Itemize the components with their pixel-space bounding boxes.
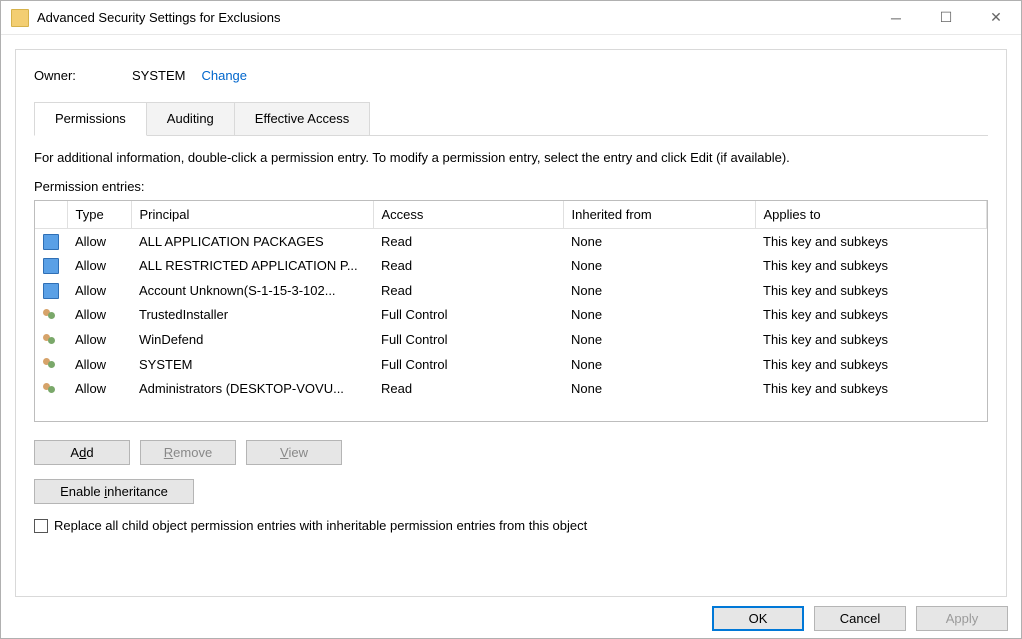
col-inherited[interactable]: Inherited from <box>563 201 755 229</box>
cell-inherited: None <box>563 303 755 328</box>
cell-principal: TrustedInstaller <box>131 303 373 328</box>
cell-access: Read <box>373 229 563 254</box>
table-row[interactable]: AllowAccount Unknown(S-1-15-3-102...Read… <box>35 278 987 303</box>
cell-applies: This key and subkeys <box>755 254 987 279</box>
table-row[interactable]: AllowALL RESTRICTED APPLICATION P...Read… <box>35 254 987 279</box>
app-package-icon <box>43 258 59 274</box>
close-button[interactable]: ✕ <box>971 1 1021 35</box>
content-frame: Owner: SYSTEM Change Permissions Auditin… <box>15 49 1007 597</box>
cell-applies: This key and subkeys <box>755 303 987 328</box>
col-applies[interactable]: Applies to <box>755 201 987 229</box>
permission-entries-label: Permission entries: <box>34 179 988 194</box>
user-group-icon <box>43 356 59 372</box>
enable-inheritance-button[interactable]: Enable inheritance <box>34 479 194 504</box>
view-button[interactable]: View <box>246 440 342 465</box>
cell-principal: Account Unknown(S-1-15-3-102... <box>131 278 373 303</box>
cell-type: Allow <box>67 254 131 279</box>
cell-principal: SYSTEM <box>131 352 373 377</box>
user-group-icon <box>43 332 59 348</box>
tab-auditing[interactable]: Auditing <box>147 102 235 136</box>
cell-principal: ALL RESTRICTED APPLICATION P... <box>131 254 373 279</box>
cell-access: Read <box>373 376 563 401</box>
col-principal[interactable]: Principal <box>131 201 373 229</box>
replace-checkbox-row: Replace all child object permission entr… <box>34 518 988 533</box>
cell-type: Allow <box>67 303 131 328</box>
titlebar: Advanced Security Settings for Exclusion… <box>1 1 1021 35</box>
tabstrip: Permissions Auditing Effective Access <box>34 101 988 136</box>
maximize-button[interactable]: ☐ <box>921 1 971 35</box>
dialog-buttons: OK Cancel Apply <box>712 606 1008 631</box>
table-row[interactable]: AllowAdministrators (DESKTOP-VOVU...Read… <box>35 376 987 401</box>
info-text: For additional information, double-click… <box>34 150 988 165</box>
add-button[interactable]: Add <box>34 440 130 465</box>
user-group-icon <box>43 381 59 397</box>
apply-button[interactable]: Apply <box>916 606 1008 631</box>
cell-type: Allow <box>67 376 131 401</box>
app-package-icon <box>43 283 59 299</box>
replace-checkbox-label[interactable]: Replace all child object permission entr… <box>54 518 587 533</box>
cell-inherited: None <box>563 254 755 279</box>
cell-type: Allow <box>67 278 131 303</box>
window-title: Advanced Security Settings for Exclusion… <box>37 10 281 25</box>
table-row[interactable]: AllowWinDefendFull ControlNoneThis key a… <box>35 327 987 352</box>
cell-applies: This key and subkeys <box>755 278 987 303</box>
col-access[interactable]: Access <box>373 201 563 229</box>
table-row[interactable]: AllowTrustedInstallerFull ControlNoneThi… <box>35 303 987 328</box>
cell-access: Full Control <box>373 303 563 328</box>
cell-applies: This key and subkeys <box>755 327 987 352</box>
folder-icon <box>11 9 29 27</box>
cell-principal: Administrators (DESKTOP-VOVU... <box>131 376 373 401</box>
col-type[interactable]: Type <box>67 201 131 229</box>
cell-applies: This key and subkeys <box>755 229 987 254</box>
cell-type: Allow <box>67 327 131 352</box>
cell-access: Read <box>373 278 563 303</box>
ok-button[interactable]: OK <box>712 606 804 631</box>
owner-value: SYSTEM <box>132 68 185 83</box>
cell-inherited: None <box>563 352 755 377</box>
cancel-button[interactable]: Cancel <box>814 606 906 631</box>
change-owner-link[interactable]: Change <box>201 68 247 83</box>
remove-button[interactable]: Remove <box>140 440 236 465</box>
table-row[interactable]: AllowALL APPLICATION PACKAGESReadNoneThi… <box>35 229 987 254</box>
tab-permissions[interactable]: Permissions <box>34 102 147 136</box>
cell-access: Full Control <box>373 327 563 352</box>
table-row[interactable]: AllowSYSTEMFull ControlNoneThis key and … <box>35 352 987 377</box>
replace-checkbox[interactable] <box>34 519 48 533</box>
entry-buttons: Add Remove View <box>34 440 988 465</box>
col-icon[interactable] <box>35 201 67 229</box>
app-package-icon <box>43 234 59 250</box>
permission-entries-grid[interactable]: Type Principal Access Inherited from App… <box>34 200 988 422</box>
tab-effective-access[interactable]: Effective Access <box>235 102 370 136</box>
cell-principal: WinDefend <box>131 327 373 352</box>
cell-inherited: None <box>563 327 755 352</box>
owner-row: Owner: SYSTEM Change <box>34 68 988 83</box>
cell-type: Allow <box>67 352 131 377</box>
cell-inherited: None <box>563 229 755 254</box>
cell-inherited: None <box>563 278 755 303</box>
cell-applies: This key and subkeys <box>755 352 987 377</box>
cell-applies: This key and subkeys <box>755 376 987 401</box>
owner-label: Owner: <box>34 68 132 83</box>
cell-access: Read <box>373 254 563 279</box>
cell-principal: ALL APPLICATION PACKAGES <box>131 229 373 254</box>
cell-inherited: None <box>563 376 755 401</box>
user-group-icon <box>43 307 59 323</box>
cell-access: Full Control <box>373 352 563 377</box>
grid-header-row: Type Principal Access Inherited from App… <box>35 201 987 229</box>
cell-type: Allow <box>67 229 131 254</box>
minimize-button[interactable]: ─ <box>871 1 921 35</box>
